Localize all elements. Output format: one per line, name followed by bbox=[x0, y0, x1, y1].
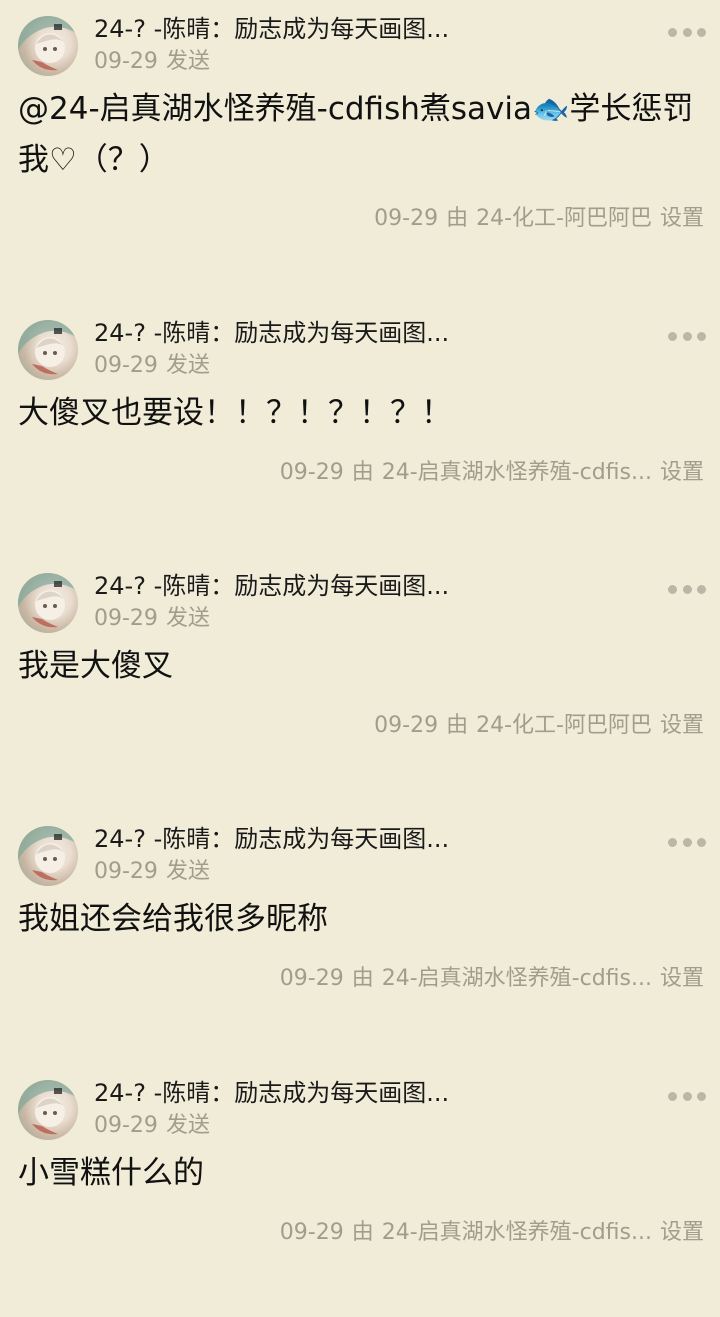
sent-label: 发送 bbox=[165, 1113, 210, 1138]
content-text: @24-启真湖水怪养殖-cdfish煮savia bbox=[18, 91, 532, 127]
post-footer: 09-29 由 24-启真湖水怪养殖-cdfis... 设置 bbox=[280, 964, 704, 994]
post-date: 09-29 bbox=[94, 353, 158, 378]
post-meta: 09-29 发送 bbox=[94, 1112, 210, 1140]
post-footer: 09-29 由 24-启真湖水怪养殖-cdfis... 设置 bbox=[280, 458, 704, 488]
content-text: 小雪糕什么的 bbox=[18, 1155, 204, 1191]
avatar-illustration-icon bbox=[18, 826, 78, 881]
post-content: @24-启真湖水怪养殖-cdfish煮savia🐟学长惩罚我♡（？） bbox=[18, 84, 708, 185]
post-footer: 09-29 由 24-化工-阿巴阿巴 设置 bbox=[374, 204, 704, 234]
sent-label: 发送 bbox=[165, 353, 210, 378]
post-content: 大傻叉也要设！！？！？！？！ bbox=[18, 388, 708, 438]
author-name[interactable]: 24-? -陈晴：励志成为每天画图... bbox=[94, 317, 449, 349]
sent-label: 发送 bbox=[165, 49, 210, 74]
footer-source[interactable]: 24-启真湖水怪养殖-cdfis... bbox=[382, 460, 652, 485]
sent-label: 发送 bbox=[165, 859, 210, 884]
footer-by: 由 bbox=[446, 713, 469, 738]
avatar-illustration-icon bbox=[18, 16, 78, 71]
more-dots-icon[interactable] bbox=[668, 581, 706, 597]
footer-date: 09-29 bbox=[374, 713, 439, 738]
post-meta: 09-29 发送 bbox=[94, 858, 210, 886]
post-date: 09-29 bbox=[94, 606, 158, 631]
avatar[interactable] bbox=[18, 320, 78, 380]
avatar[interactable] bbox=[18, 1080, 78, 1140]
footer-date: 09-29 bbox=[374, 206, 439, 231]
settings-link[interactable]: 设置 bbox=[660, 966, 704, 991]
author-name[interactable]: 24-? -陈晴：励志成为每天画图... bbox=[94, 1077, 449, 1109]
footer-by: 由 bbox=[351, 460, 374, 485]
post-item: 24-? -陈晴：励志成为每天画图... 09-29 发送 @24-启真湖水怪养殖… bbox=[0, 0, 720, 253]
avatar[interactable] bbox=[18, 826, 78, 886]
post-content: 小雪糕什么的 bbox=[18, 1148, 708, 1198]
more-dots-icon[interactable] bbox=[668, 1088, 706, 1104]
settings-link[interactable]: 设置 bbox=[660, 713, 704, 738]
post-item: 24-? -陈晴：励志成为每天画图... 09-29 发送 大傻叉也要设！！？！？… bbox=[0, 304, 720, 557]
content-text: 我是大傻叉 bbox=[18, 648, 173, 684]
footer-source[interactable]: 24-化工-阿巴阿巴 bbox=[476, 206, 652, 231]
footer-date: 09-29 bbox=[279, 1220, 344, 1245]
post-content: 我是大傻叉 bbox=[18, 641, 708, 691]
footer-by: 由 bbox=[351, 966, 374, 991]
post-meta: 09-29 发送 bbox=[94, 605, 210, 633]
more-dots-icon[interactable] bbox=[668, 328, 706, 344]
content-text: 我姐还会给我很多昵称 bbox=[18, 901, 328, 937]
author-name[interactable]: 24-? -陈晴：励志成为每天画图... bbox=[94, 13, 449, 45]
author-name[interactable]: 24-? -陈晴：励志成为每天画图... bbox=[94, 570, 449, 602]
footer-by: 由 bbox=[446, 206, 469, 231]
author-name[interactable]: 24-? -陈晴：励志成为每天画图... bbox=[94, 823, 449, 855]
footer-by: 由 bbox=[351, 1220, 374, 1245]
more-dots-icon[interactable] bbox=[668, 834, 706, 850]
settings-link[interactable]: 设置 bbox=[660, 1220, 704, 1245]
sent-label: 发送 bbox=[165, 606, 210, 631]
avatar-illustration-icon bbox=[18, 1080, 78, 1135]
post-date: 09-29 bbox=[94, 859, 158, 884]
footer-date: 09-29 bbox=[279, 966, 344, 991]
more-dots-icon[interactable] bbox=[668, 24, 706, 40]
post-date: 09-29 bbox=[94, 49, 158, 74]
post-footer: 09-29 由 24-化工-阿巴阿巴 设置 bbox=[374, 711, 704, 741]
footer-date: 09-29 bbox=[279, 460, 344, 485]
message-feed: 24-? -陈晴：励志成为每天画图... 09-29 发送 @24-启真湖水怪养殖… bbox=[0, 0, 720, 1300]
post-date: 09-29 bbox=[94, 1113, 158, 1138]
settings-link[interactable]: 设置 bbox=[660, 460, 704, 485]
post-footer: 09-29 由 24-启真湖水怪养殖-cdfis... 设置 bbox=[280, 1218, 704, 1248]
post-content: 我姐还会给我很多昵称 bbox=[18, 894, 708, 944]
post-item: 24-? -陈晴：励志成为每天画图... 09-29 发送 我是大傻叉 09-29… bbox=[0, 557, 720, 810]
avatar[interactable] bbox=[18, 16, 78, 76]
post-meta: 09-29 发送 bbox=[94, 352, 210, 380]
avatar-illustration-icon bbox=[18, 320, 78, 375]
footer-source[interactable]: 24-启真湖水怪养殖-cdfis... bbox=[382, 1220, 652, 1245]
content-text: 大傻叉也要设！！？！？！？！ bbox=[18, 395, 452, 431]
avatar-illustration-icon bbox=[18, 573, 78, 628]
post-meta: 09-29 发送 bbox=[94, 48, 210, 76]
footer-source[interactable]: 24-启真湖水怪养殖-cdfis... bbox=[382, 966, 652, 991]
avatar[interactable] bbox=[18, 573, 78, 633]
footer-source[interactable]: 24-化工-阿巴阿巴 bbox=[476, 713, 652, 738]
post-item: 24-? -陈晴：励志成为每天画图... 09-29 发送 我姐还会给我很多昵称 … bbox=[0, 810, 720, 1063]
settings-link[interactable]: 设置 bbox=[660, 206, 704, 231]
post-item: 24-? -陈晴：励志成为每天画图... 09-29 发送 小雪糕什么的 09-2… bbox=[0, 1064, 720, 1317]
fish-emoji-icon: 🐟 bbox=[531, 92, 570, 127]
